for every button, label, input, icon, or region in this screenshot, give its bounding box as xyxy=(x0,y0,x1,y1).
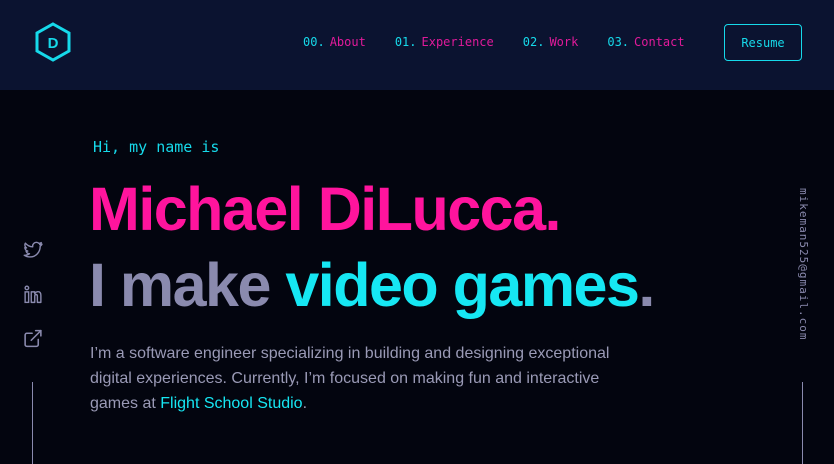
nav-links: 00. About 01. Experience 02. Work 03. Co… xyxy=(303,35,685,49)
nav-link-experience[interactable]: 01. Experience xyxy=(395,35,494,49)
bio-end: . xyxy=(302,395,308,412)
social-links xyxy=(20,240,45,349)
twitter-icon xyxy=(23,241,43,258)
logo-hexagon-icon: D xyxy=(35,22,71,62)
tagline-suffix: . xyxy=(638,251,655,319)
navbar: D 00. About 01. Experience 02. Work 03. … xyxy=(0,0,834,90)
hero-tagline: I make video games. xyxy=(89,250,655,320)
linkedin-icon xyxy=(23,285,42,304)
hero-bio: I’m a software engineer specializing in … xyxy=(90,341,630,416)
twitter-link[interactable] xyxy=(22,240,44,261)
resume-button[interactable]: Resume xyxy=(724,24,802,61)
nav-link-contact[interactable]: 03. Contact xyxy=(607,35,684,49)
hero-greeting: Hi, my name is xyxy=(93,138,220,156)
external-link-icon xyxy=(23,329,42,348)
nav-link-about[interactable]: 00. About xyxy=(303,35,366,49)
hero-name: Michael DiLucca. xyxy=(89,175,561,243)
tagline-highlight: video games xyxy=(285,251,640,319)
external-link[interactable] xyxy=(22,328,44,349)
nav-number: 02. xyxy=(522,35,545,49)
bio-link-flight-school-studio[interactable]: Flight School Studio xyxy=(160,395,302,412)
tagline-prefix: I make xyxy=(89,251,286,319)
nav-label: Experience xyxy=(421,35,494,49)
right-divider-line xyxy=(802,382,803,464)
nav-label: About xyxy=(329,35,366,49)
nav-label: Contact xyxy=(634,35,685,49)
nav-number: 01. xyxy=(394,35,417,49)
nav-label: Work xyxy=(549,35,579,49)
nav-number: 03. xyxy=(607,35,630,49)
logo-letter: D xyxy=(48,35,59,52)
email-link[interactable]: mikeman525@gmail.com xyxy=(790,188,810,356)
logo[interactable]: D xyxy=(32,22,74,62)
left-divider-line xyxy=(32,382,33,464)
nav-number: 00. xyxy=(303,35,325,49)
nav-link-work[interactable]: 02. Work xyxy=(523,35,579,49)
linkedin-link[interactable] xyxy=(22,284,44,305)
